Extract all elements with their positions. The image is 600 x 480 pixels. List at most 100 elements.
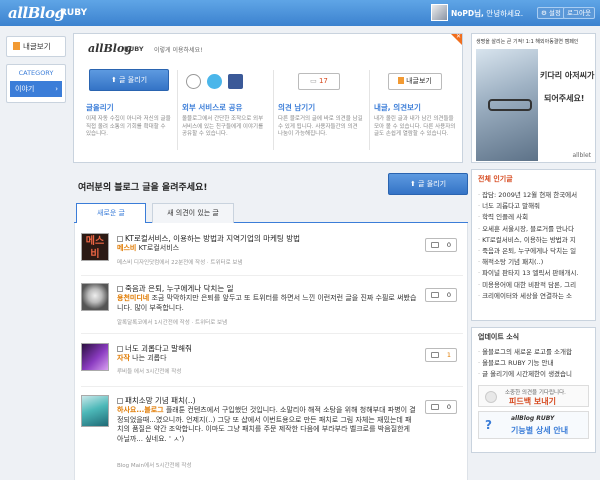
popular-item[interactable]: 크리에이터와 세상을 연결하는 소 bbox=[478, 291, 589, 302]
comment-count: 0 bbox=[446, 291, 451, 299]
post-author[interactable]: 메스비 bbox=[117, 244, 136, 252]
post-feed: 메스비 KT로컬서비스, 이용하는 방법과 지역기업의 마케팅 방법 메스비 K… bbox=[74, 223, 468, 480]
post-excerpt: 자작 나는 괴롭다 bbox=[117, 354, 417, 364]
tab-new-comments[interactable]: 새 의견이 있는 글 bbox=[152, 203, 234, 223]
guide-comment-count: 17 bbox=[318, 77, 328, 85]
guide-heading-post: 글올리기 bbox=[86, 103, 114, 112]
post-author[interactable]: 하사요...블로그 bbox=[117, 406, 164, 414]
guide-desc-share: 올블로그에서 간단한 조작으로 외부 서비스에 있는 친구들에게 이야기를 공유… bbox=[182, 116, 264, 137]
popular-item[interactable]: 잡담: 2009년 12월 현재 한국에서 bbox=[478, 190, 589, 201]
post-title[interactable]: KT로컬서비스, 이용하는 방법과 지역기업의 마케팅 방법 bbox=[117, 233, 300, 244]
news-item[interactable]: 글 올리기에 시간제한이 생겼습니 bbox=[478, 369, 589, 380]
speech-bubble-icon bbox=[431, 292, 439, 298]
divider bbox=[81, 386, 463, 387]
ad-banner[interactable]: 생명을 살리는 큰 기적! 1:1 해외아동결연 캠페인 키다리 아저씨가 되어… bbox=[471, 33, 596, 163]
my-posts-label: 내글보기 bbox=[23, 42, 51, 51]
greeting: NoPD님, 안녕하세요. bbox=[451, 8, 523, 19]
post-author[interactable]: 용천미디네 bbox=[117, 294, 149, 302]
guide-product: RUBY bbox=[124, 45, 144, 53]
product-name: RUBY bbox=[60, 8, 88, 18]
divider bbox=[369, 70, 370, 150]
guide-desc-mine: 내가 올린 글과 내가 남긴 의견들을 모아 볼 수 있습니다. 다른 사용자의… bbox=[374, 116, 456, 137]
username[interactable]: NoPD님, bbox=[451, 9, 484, 18]
feedback-caption: 소중한 의견을 기다립니다. bbox=[505, 390, 566, 396]
ruby-guide-label: 기능별 상세 안내 bbox=[511, 426, 569, 435]
comment-count-button[interactable]: 0 bbox=[425, 238, 457, 252]
post-icon bbox=[117, 346, 123, 352]
ad-headline-1: 키다리 아저씨가 bbox=[540, 71, 595, 80]
category-box: CATEGORY 이야기 › bbox=[6, 64, 66, 103]
popular-item[interactable]: 오세훈 서울시장, 블로거를 만나다 bbox=[478, 224, 589, 235]
speech-bubble-icon: ▭ bbox=[310, 77, 317, 85]
post-title-text: KT로컬서비스, 이용하는 방법과 지역기업의 마케팅 방법 bbox=[125, 234, 301, 243]
guide-heading-share: 외부 서비스로 공유 bbox=[182, 103, 243, 112]
category-title: CATEGORY bbox=[18, 69, 54, 77]
site-logo[interactable]: allBlog bbox=[8, 4, 65, 22]
list-item: 죽음과 은퇴, 누구에게나 닥치는 일 용천미디네 조금 막막하지만 은퇴를 앞… bbox=[81, 283, 463, 333]
popular-item[interactable]: KT로컬서비스, 이용하는 방법과 지 bbox=[478, 235, 589, 246]
guide-col-mine: 내글보기 내글, 의견보기 내가 올린 글과 내가 남긴 의견들을 모아 볼 수… bbox=[374, 64, 459, 139]
guide-heading-comment: 의견 남기기 bbox=[278, 103, 316, 112]
guide-col-post: ⬆ 글 올리기 글올리기 이제 자동 수집이 아니라 저신의 글을 직접 올려 … bbox=[86, 64, 171, 139]
news-item[interactable]: 올블로그 RUBY 기능 안내 bbox=[478, 358, 589, 369]
logout-button[interactable]: 로그아웃 bbox=[563, 7, 595, 19]
speech-bubble-icon bbox=[431, 352, 439, 358]
guide-desc-comment: 다른 블로거의 글에 바로 의견을 남길 수 있게 됩니다. 사용자들간의 의견… bbox=[278, 116, 363, 137]
post-thumbnail[interactable] bbox=[81, 343, 109, 371]
comment-count-button[interactable]: 0 bbox=[425, 400, 457, 414]
post-author[interactable]: 자작 bbox=[117, 354, 130, 362]
guide-comment-button[interactable]: ▭ 17 bbox=[298, 73, 340, 90]
post-thumbnail[interactable] bbox=[81, 283, 109, 311]
feedback-banner[interactable]: 소중한 의견을 기다립니다. 피드백 보내기 bbox=[478, 385, 589, 407]
popular-item[interactable]: 해적소탕 기념 패치(..) bbox=[478, 257, 589, 268]
close-icon[interactable]: ✕ bbox=[456, 33, 461, 40]
guide-heading-mine: 내글, 의견보기 bbox=[374, 103, 421, 112]
post-title-text: 죽음과 은퇴, 누구에게나 닥치는 일 bbox=[125, 284, 234, 293]
upload-icon: ⬆ bbox=[110, 76, 117, 84]
popular-posts-box: 전체 인기글 잡담: 2009년 12월 현재 한국에서 너도 괴롭다고 말해줘… bbox=[471, 169, 596, 321]
post-title[interactable]: 너도 괴롭다고 말해줘 bbox=[117, 343, 192, 354]
list-item: 메스비 KT로컬서비스, 이용하는 방법과 지역기업의 마케팅 방법 메스비 K… bbox=[81, 233, 463, 278]
settings-button[interactable]: ⚙ 설정 bbox=[537, 7, 565, 19]
greeting-text: 안녕하세요. bbox=[486, 9, 524, 18]
post-meta: 루비들 에서 3시간전에 작성 bbox=[117, 369, 182, 375]
usage-guide-panel: ✕ allBlog RUBY 이렇게 이용하세요! ⬆ 글 올리기 글올리기 이… bbox=[73, 33, 463, 163]
popular-item[interactable]: 너도 괴롭다고 말해줘 bbox=[478, 201, 589, 212]
feedback-icon bbox=[485, 391, 497, 403]
popular-title: 전체 인기글 bbox=[478, 175, 513, 183]
ruby-guide-logo: allBlog RUBY bbox=[511, 415, 555, 422]
post-title[interactable]: 죽음과 은퇴, 누구에게나 닥치는 일 bbox=[117, 283, 234, 294]
post-button-label: 글 올리기 bbox=[418, 180, 447, 188]
speech-icon bbox=[186, 74, 201, 89]
post-excerpt-text: KT로컬서비스 bbox=[138, 244, 180, 252]
my-posts-button[interactable]: 내글보기 bbox=[6, 36, 66, 57]
news-item[interactable]: 올블로그의 새로운 로고를 소개합 bbox=[478, 347, 589, 358]
popular-item[interactable]: 파이널 판타지 13 엘릭서 판매개시. bbox=[478, 268, 589, 279]
comment-count-button[interactable]: 0 bbox=[425, 288, 457, 302]
feedback-label: 피드백 보내기 bbox=[509, 397, 556, 406]
popular-item[interactable]: 미용용어에 대한 비판적 담론, 그리 bbox=[478, 280, 589, 291]
guide-post-button[interactable]: ⬆ 글 올리기 bbox=[89, 69, 169, 91]
left-nav: 내글보기 CATEGORY 이야기 › bbox=[6, 36, 66, 103]
guide-my-posts-button[interactable]: 내글보기 bbox=[388, 73, 442, 90]
ruby-guide-banner[interactable]: ? allBlog RUBY 기능별 상세 안내 bbox=[478, 411, 589, 439]
avatar[interactable] bbox=[431, 4, 448, 21]
post-title-text: 너도 괴롭다고 말해줘 bbox=[125, 344, 192, 353]
guide-my-posts-label: 내글보기 bbox=[406, 77, 432, 85]
post-title[interactable]: 패치소망 기념 패치(..) bbox=[117, 395, 196, 406]
list-item: 패치소망 기념 패치(..) 하사요...블로그 플래툰 컨텐츠에서 구입했던 … bbox=[81, 395, 463, 480]
post-button[interactable]: ⬆ 글 올리기 bbox=[388, 173, 468, 195]
update-news-box: 업데이트 소식 올블로그의 새로운 로고를 소개합 올블로그 RUBY 기능 안… bbox=[471, 327, 596, 453]
popular-item[interactable]: 학력 인플레 사회 bbox=[478, 212, 589, 223]
post-thumbnail[interactable] bbox=[81, 395, 109, 427]
speech-bubble-icon bbox=[431, 242, 439, 248]
category-item-story[interactable]: 이야기 › bbox=[10, 81, 62, 97]
document-icon bbox=[398, 77, 405, 84]
post-meta: 알록달록코에서 1시간전에 작성 · 트위터로 보냄 bbox=[117, 320, 228, 326]
category-item-label: 이야기 bbox=[15, 85, 35, 93]
tab-new-posts[interactable]: 새로운 글 bbox=[76, 203, 146, 224]
guide-caption: 이렇게 이용하세요! bbox=[154, 47, 203, 54]
comment-count-button[interactable]: 1 bbox=[425, 348, 457, 362]
popular-item[interactable]: 죽음과 은퇴, 누구에게나 닥치는 일 bbox=[478, 246, 589, 257]
post-thumbnail[interactable]: 메스비 bbox=[81, 233, 109, 261]
